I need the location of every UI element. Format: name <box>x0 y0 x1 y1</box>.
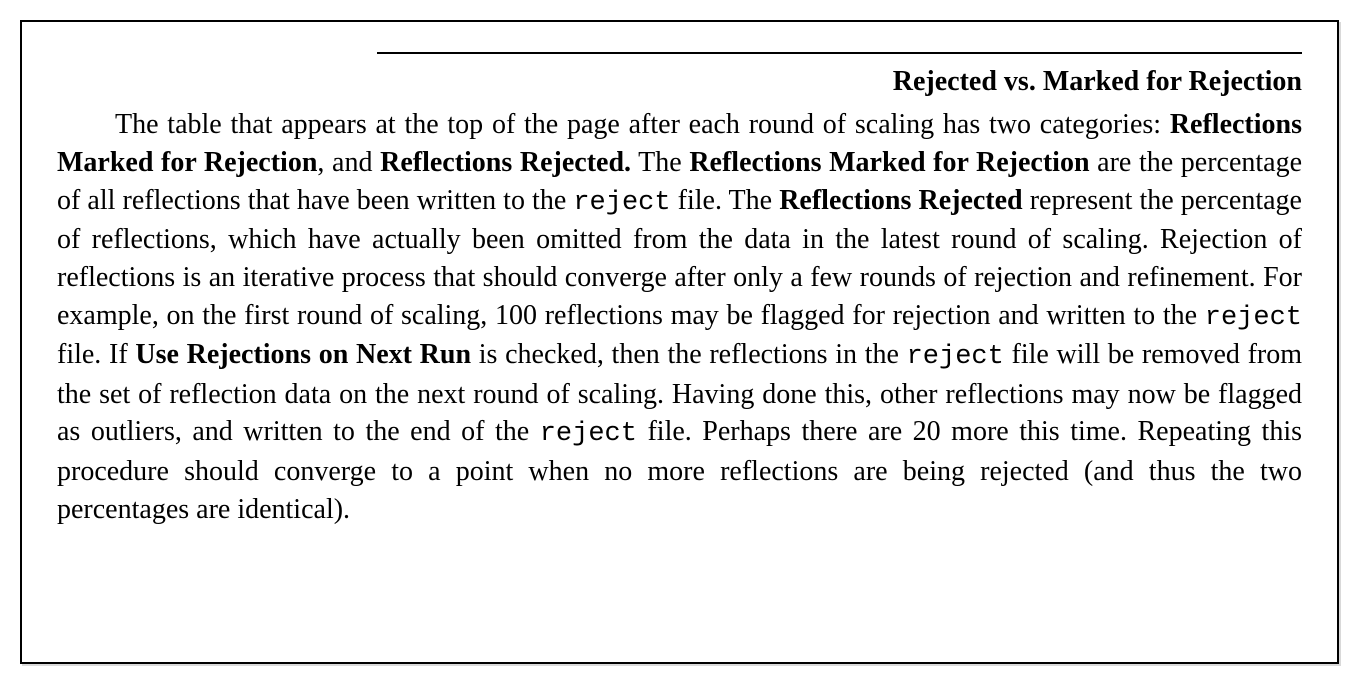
section-heading: Rejected vs. Marked for Rejection <box>57 66 1302 98</box>
text-run: file. If <box>57 339 135 370</box>
code-run: reject <box>1205 303 1302 333</box>
text-run: The table that appears at the top of the… <box>115 109 1170 140</box>
text-run: file. The <box>671 185 780 216</box>
text-run: , and <box>317 147 380 178</box>
text-run: The <box>631 147 689 178</box>
text-run: is checked, then the reflections in the <box>471 339 907 370</box>
bold-run: Reflections Rejected. <box>380 147 631 178</box>
body-paragraph: The table that appears at the top of the… <box>57 106 1302 528</box>
bold-run: Reflections Marked for Rejection <box>689 147 1089 178</box>
section-rule <box>377 52 1302 54</box>
bold-run: Use Rejections on Next Run <box>135 339 471 370</box>
bold-run: Reflections Rejected <box>779 185 1022 216</box>
code-run: reject <box>540 419 637 449</box>
document-frame: Rejected vs. Marked for Rejection The ta… <box>20 20 1339 664</box>
code-run: reject <box>573 188 670 218</box>
code-run: reject <box>907 342 1004 372</box>
